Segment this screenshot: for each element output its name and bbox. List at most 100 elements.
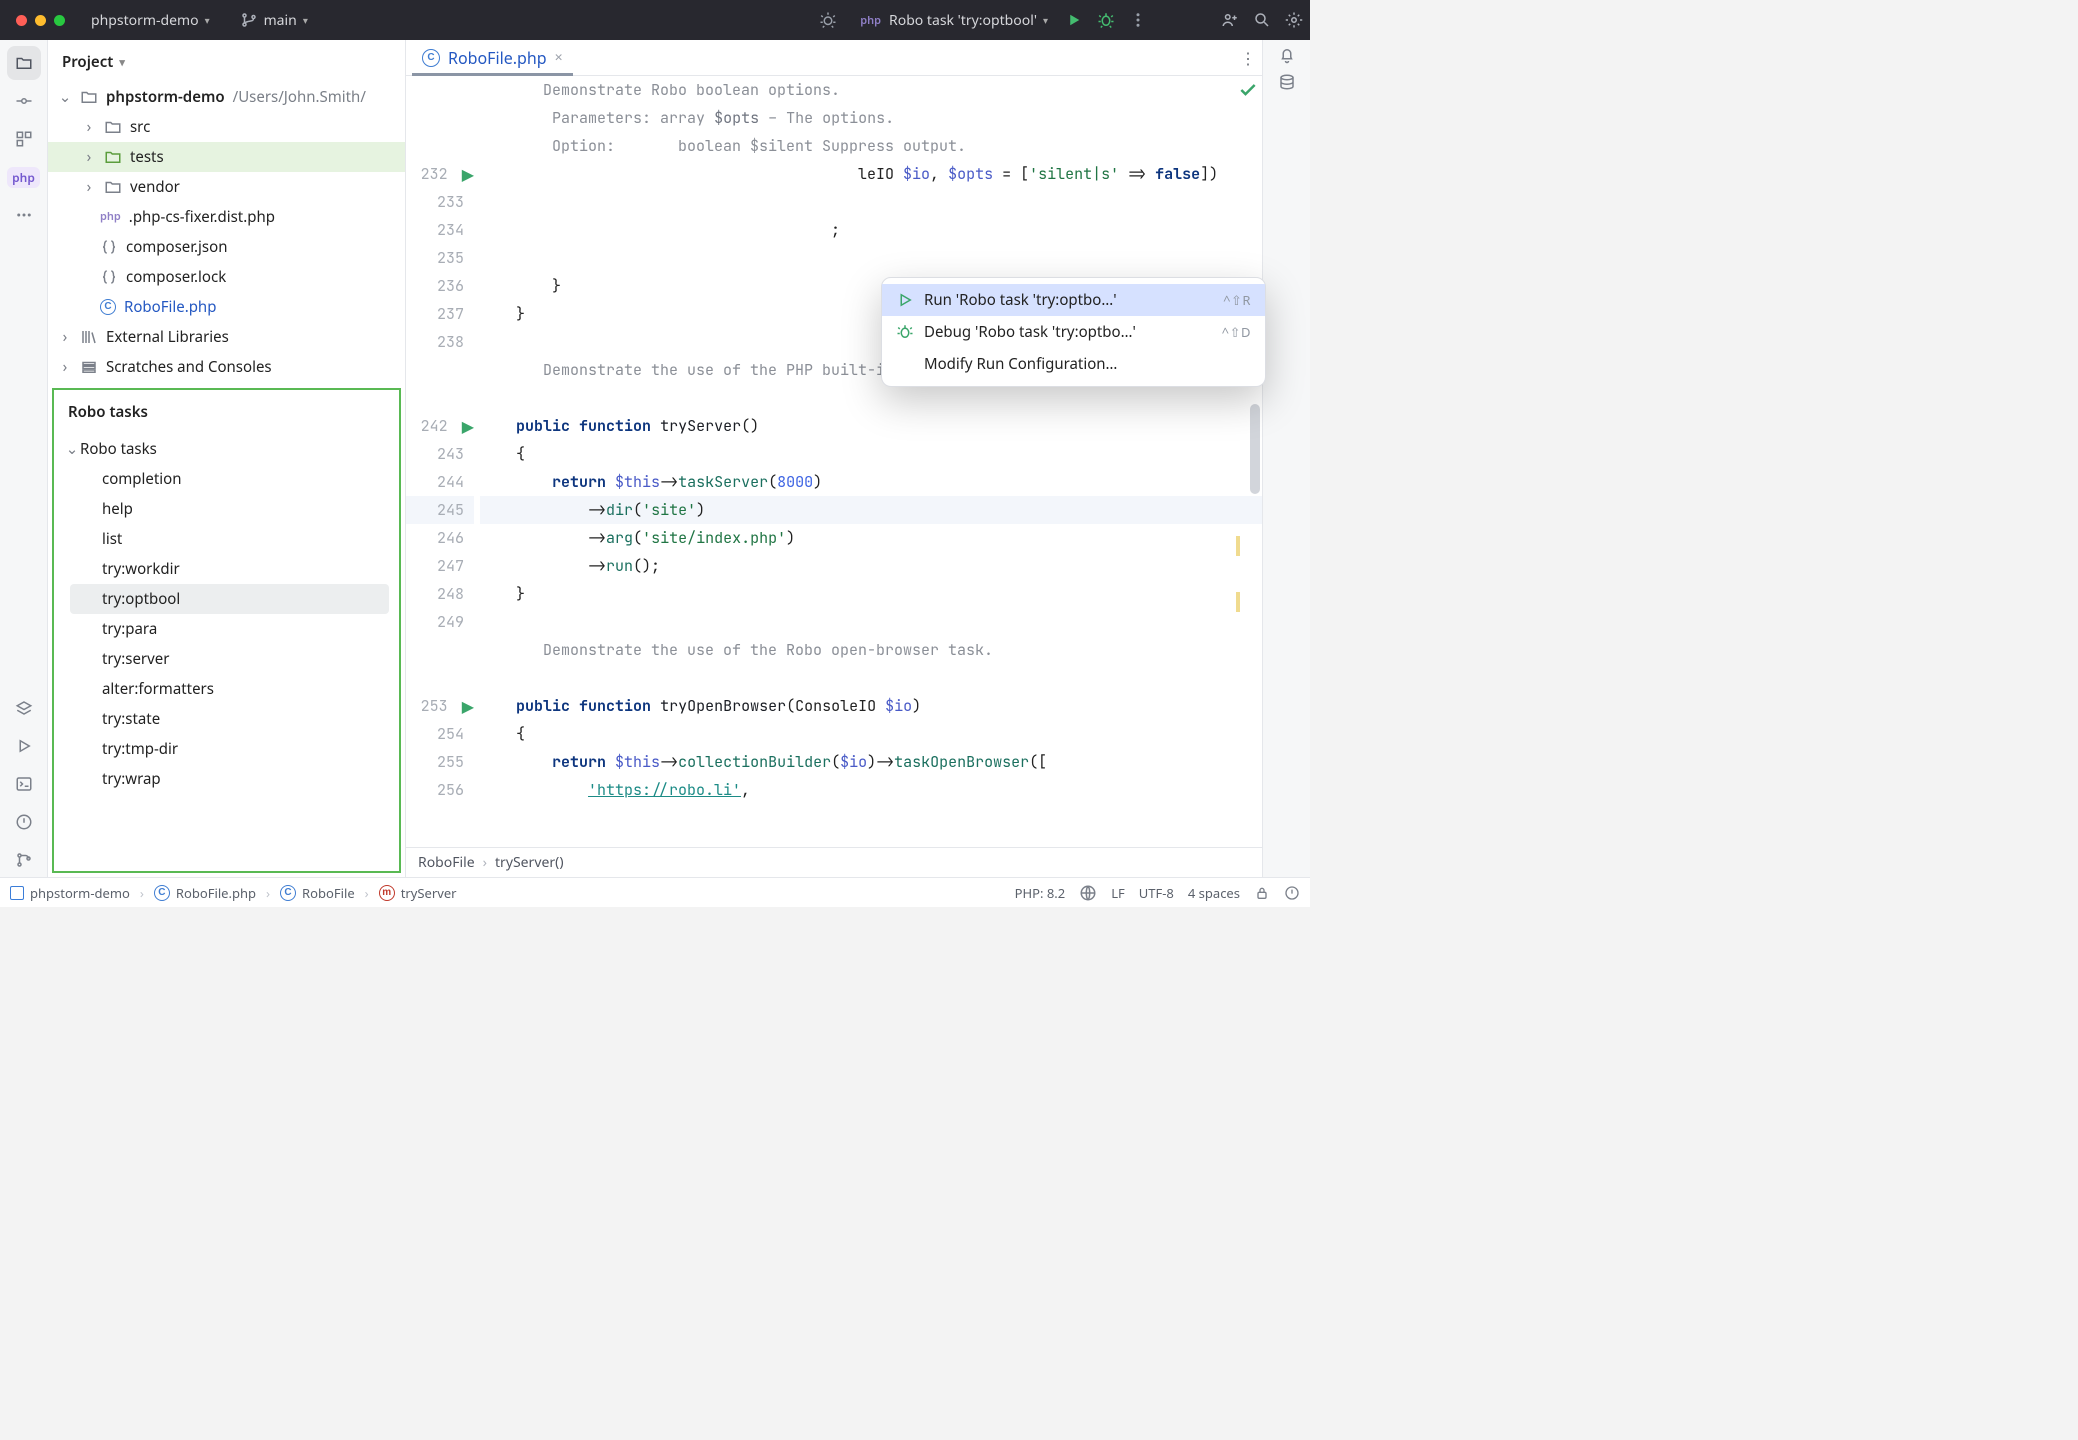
structure-toolwindow-button[interactable] <box>7 122 41 156</box>
bug-run-icon[interactable] <box>812 11 844 29</box>
tree-file-composer-json[interactable]: composer.json <box>48 232 405 262</box>
tree-file-composer-lock[interactable]: composer.lock <box>48 262 405 292</box>
commit-toolwindow-button[interactable] <box>7 84 41 118</box>
php-toolwindow-button[interactable]: php <box>7 160 41 194</box>
terminal-toolwindow-button[interactable] <box>7 767 41 801</box>
tree-label: composer.lock <box>126 262 226 292</box>
run-button[interactable] <box>1058 11 1090 29</box>
database-toolwindow-button[interactable] <box>1278 73 1296 96</box>
branch-name: main <box>264 11 297 30</box>
run-gutter-icon[interactable]: ▶ <box>462 163 474 185</box>
search-everywhere-button[interactable] <box>1246 11 1278 29</box>
project-panel-header[interactable]: Project ▾ <box>48 40 405 82</box>
run-config-label: Robo task 'try:optbool' <box>889 11 1037 30</box>
line-number: 238 <box>432 328 474 356</box>
maximize-window-button[interactable] <box>54 15 65 26</box>
problems-toolwindow-button[interactable] <box>7 805 41 839</box>
close-window-button[interactable] <box>16 15 27 26</box>
more-button[interactable] <box>1122 11 1154 29</box>
window-controls <box>16 15 65 26</box>
status-bar: phpstorm-demo › CRoboFile.php › CRoboFil… <box>0 877 1310 907</box>
status-line-ending[interactable]: LF <box>1111 884 1125 902</box>
deployment-icon[interactable] <box>1079 884 1097 902</box>
line-number: 253 <box>416 692 458 720</box>
tree-file-robofile[interactable]: C RoboFile.php <box>48 292 405 322</box>
run-toolwindow-button[interactable] <box>7 729 41 763</box>
line-number: 247 <box>432 552 474 580</box>
inspection-marker[interactable] <box>1236 592 1240 612</box>
robo-task-alter-formatters[interactable]: alter:formatters <box>54 674 399 704</box>
class-icon: C <box>280 885 296 901</box>
right-tool-rail <box>1262 40 1310 877</box>
ctx-debug-task[interactable]: Debug 'Robo task 'try:optbo…' ^⇧D <box>882 316 1265 348</box>
line-number: 233 <box>432 188 474 216</box>
robo-task-try-workdir[interactable]: try:workdir <box>54 554 399 584</box>
code-text[interactable]: Demonstrate Robo boolean options. Parame… <box>474 76 1262 847</box>
code-editor[interactable]: 232▶ 233 234 235 236 237 238 242▶ 243 24… <box>406 76 1262 847</box>
status-class: RoboFile <box>302 884 355 902</box>
project-switcher[interactable]: phpstorm-demo ▾ <box>81 8 220 33</box>
tree-label: tests <box>130 142 164 172</box>
tree-root[interactable]: ⌄ phpstorm-demo /Users/John.Smith/ <box>48 82 405 112</box>
notifications-button[interactable] <box>1278 46 1296 69</box>
settings-button[interactable] <box>1278 11 1310 29</box>
vcs-toolwindow-button[interactable] <box>7 843 41 877</box>
robo-task-help[interactable]: help <box>54 494 399 524</box>
robo-task-try-tmp-dir[interactable]: try:tmp-dir <box>54 734 399 764</box>
project-toolwindow-button[interactable] <box>7 46 41 80</box>
robo-task-try-optbool[interactable]: try:optbool <box>70 584 389 614</box>
robo-root[interactable]: ⌄ Robo tasks <box>54 434 399 464</box>
robo-task-label: try:state <box>102 704 160 734</box>
branch-switcher[interactable]: main ▾ <box>230 8 318 33</box>
status-method-chip[interactable]: mtryServer <box>379 884 457 902</box>
ctx-modify-config[interactable]: Modify Run Configuration… <box>882 348 1265 380</box>
tree-scratches[interactable]: › Scratches and Consoles <box>48 352 405 382</box>
tree-label: .php-cs-fixer.dist.php <box>129 202 275 232</box>
tree-file-phpcs[interactable]: php .php-cs-fixer.dist.php <box>48 202 405 232</box>
debug-icon <box>896 323 914 341</box>
robo-task-try-para[interactable]: try:para <box>54 614 399 644</box>
tree-external-libraries[interactable]: › External Libraries <box>48 322 405 352</box>
chevron-down-icon: ⌄ <box>58 82 72 112</box>
breadcrumb-file[interactable]: RoboFile <box>418 853 475 872</box>
status-indent[interactable]: 4 spaces <box>1188 884 1240 902</box>
tab-robofile[interactable]: C RoboFile.php × <box>412 41 573 75</box>
tree-folder-vendor[interactable]: › vendor <box>48 172 405 202</box>
debug-button[interactable] <box>1090 11 1122 29</box>
status-info-icon[interactable] <box>1284 885 1300 901</box>
status-php-version[interactable]: PHP: 8.2 <box>1015 884 1066 902</box>
robo-task-try-wrap[interactable]: try:wrap <box>54 764 399 794</box>
tree-label: src <box>130 112 150 142</box>
ctx-run-task[interactable]: Run 'Robo task 'try:optbo…' ^⇧R <box>882 284 1265 316</box>
editor-scrollbar-thumb[interactable] <box>1250 404 1260 494</box>
run-gutter-icon[interactable]: ▶ <box>462 695 474 717</box>
robo-task-label: completion <box>102 464 182 494</box>
status-class-chip[interactable]: C RoboFile <box>280 884 355 902</box>
tree-folder-src[interactable]: › src <box>48 112 405 142</box>
run-config-switcher[interactable]: php Robo task 'try:optbool' ▾ <box>850 8 1058 33</box>
robo-task-label: try:server <box>102 644 169 674</box>
inspection-ok-icon[interactable] <box>1238 80 1258 105</box>
minimize-window-button[interactable] <box>35 15 46 26</box>
run-gutter-icon[interactable]: ▶ <box>462 415 474 437</box>
breadcrumb-method[interactable]: tryServer() <box>495 853 564 872</box>
robo-task-try-state[interactable]: try:state <box>54 704 399 734</box>
editor-tabs-more[interactable]: ⋮ <box>1240 47 1256 69</box>
inspection-marker[interactable] <box>1236 536 1240 556</box>
status-encoding[interactable]: UTF-8 <box>1139 884 1174 902</box>
robo-task-completion[interactable]: completion <box>54 464 399 494</box>
close-tab-button[interactable]: × <box>555 48 563 67</box>
code-with-me-button[interactable] <box>1214 11 1246 29</box>
robo-task-list[interactable]: list <box>54 524 399 554</box>
status-project-chip[interactable]: phpstorm-demo <box>10 884 130 902</box>
more-toolwindows-button[interactable] <box>7 198 41 232</box>
status-file: RoboFile.php <box>176 884 256 902</box>
services-toolwindow-button[interactable] <box>7 691 41 725</box>
readonly-lock-icon[interactable] <box>1254 885 1270 901</box>
line-number: 242 <box>416 412 458 440</box>
robo-task-try-server[interactable]: try:server <box>54 644 399 674</box>
project-root-path: /Users/John.Smith/ <box>233 82 366 112</box>
tree-folder-tests[interactable]: › tests <box>48 142 405 172</box>
status-file-chip[interactable]: CRoboFile.php <box>154 884 256 902</box>
folder-icon <box>104 148 122 166</box>
